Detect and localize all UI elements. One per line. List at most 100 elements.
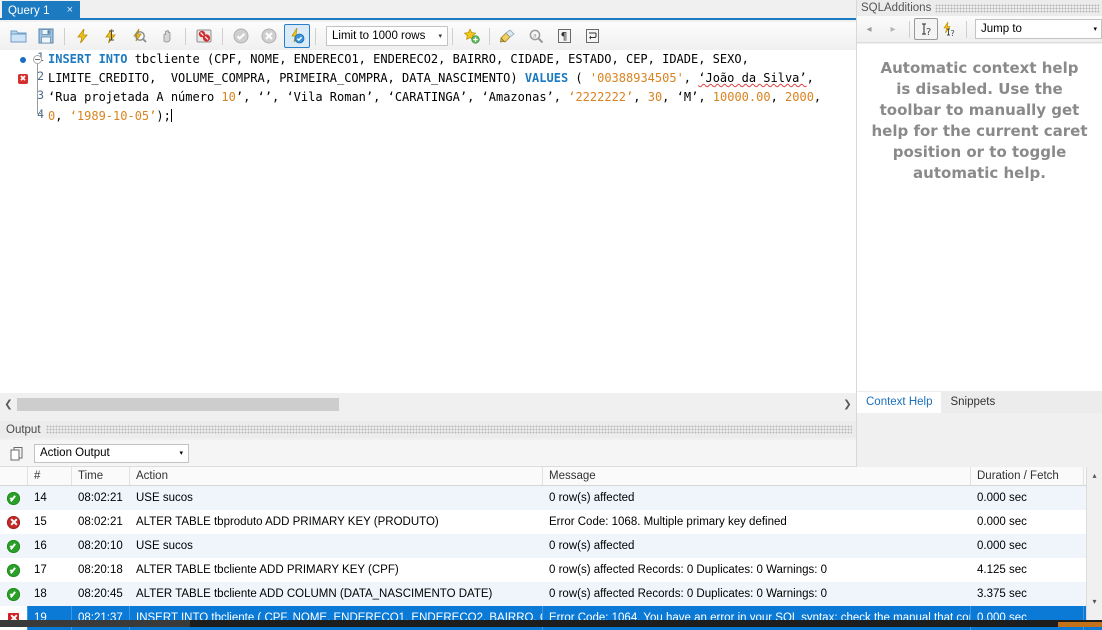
cell-action: USE sucos	[136, 540, 193, 552]
code-text: LIMITE_CREDITO, VOLUME_COMPRA, PRIMEIRA_…	[48, 71, 525, 85]
output-panel-icon[interactable]	[6, 446, 28, 461]
code-text: ,	[770, 90, 786, 104]
cell-number: 15	[34, 516, 47, 528]
column-header-action[interactable]: Action	[130, 467, 543, 485]
scroll-right-icon[interactable]: ❯	[839, 396, 856, 413]
context-help-icon[interactable]: ?	[914, 18, 938, 40]
scroll-left-icon[interactable]: ❮	[0, 396, 17, 413]
code-line-2: LIMITE_CREDITO, VOLUME_COMPRA, PRIMEIRA_…	[44, 69, 856, 88]
open-sql-script-icon[interactable]	[5, 24, 31, 48]
sql-string: ‘1989-10-05’	[69, 109, 157, 123]
new-snippet-icon[interactable]	[458, 24, 484, 48]
execute-statement-icon[interactable]	[70, 24, 96, 48]
rollback-icon[interactable]	[256, 24, 282, 48]
toggle-stop-on-error-icon[interactable]	[191, 24, 217, 48]
cell-duration: 0.000 sec	[977, 540, 1027, 552]
tab-query-1-label: Query 1	[8, 4, 50, 17]
table-row[interactable]: 14 08:02:21 USE sucos 0 row(s) affected …	[0, 486, 1102, 510]
chevron-down-icon: ▾	[438, 33, 442, 40]
fold-collapse-icon[interactable]	[33, 55, 42, 64]
text-caret	[170, 109, 172, 122]
output-type-select[interactable]: Action Output ▾	[34, 443, 189, 463]
editor-code-area[interactable]: INSERT INTO tbcliente (CPF, NOME, ENDERE…	[44, 50, 856, 393]
column-header-time[interactable]: Time	[72, 467, 130, 485]
automatic-context-help-icon[interactable]: ?	[938, 18, 962, 40]
tab-snippets[interactable]: Snippets	[941, 392, 1004, 413]
close-icon[interactable]: ×	[66, 5, 74, 16]
sql-code-editor[interactable]: 1 2 ✖ 3 4	[0, 50, 856, 393]
status-badge	[0, 534, 28, 558]
editor-horizontal-scrollbar[interactable]: ❮ ❯	[0, 396, 856, 413]
row-limit-select[interactable]: Limit to 1000 rows ▾	[326, 26, 448, 46]
find-icon[interactable]: a	[523, 24, 549, 48]
scroll-up-icon[interactable]: ▴	[1087, 467, 1102, 483]
toggle-invisible-chars-icon[interactable]: ¶	[551, 24, 577, 48]
jump-to-select[interactable]: Jump to ▾	[975, 19, 1102, 39]
column-header-status	[0, 467, 28, 485]
table-row[interactable]: 16 08:20:10 USE sucos 0 row(s) affected …	[0, 534, 1102, 558]
grip-dots	[935, 3, 1099, 13]
query-tab-strip: Query 1 ×	[0, 0, 856, 20]
taskbar-left	[0, 620, 190, 627]
forward-glyph: ▸	[890, 23, 896, 35]
success-icon	[7, 491, 20, 505]
fold-guide-line	[37, 64, 38, 114]
toggle-autocommit-icon[interactable]	[284, 24, 310, 48]
cell-message: 0 row(s) affected	[549, 492, 635, 504]
cell-number: 17	[34, 564, 47, 576]
code-text: );	[156, 109, 171, 123]
column-header-duration[interactable]: Duration / Fetch	[971, 467, 1084, 485]
row-limit-label: Limit to 1000 rows	[332, 30, 426, 42]
code-text: ,	[813, 90, 822, 104]
success-icon	[7, 539, 20, 553]
code-text: ,	[683, 71, 699, 85]
column-header-number[interactable]: #	[28, 467, 72, 485]
output-vertical-scrollbar[interactable]: ▴ ▾	[1086, 467, 1102, 627]
code-text: ,	[243, 90, 258, 104]
code-text: ,	[806, 71, 814, 85]
table-row[interactable]: 15 08:02:21 ALTER TABLE tbproduto ADD PR…	[0, 510, 1102, 534]
commit-icon[interactable]	[228, 24, 254, 48]
cell-action: ALTER TABLE tbcliente ADD PRIMARY KEY (C…	[136, 564, 399, 576]
svg-text:¶: ¶	[560, 30, 567, 43]
column-header-message[interactable]: Message	[543, 467, 971, 485]
cell-message: 0 row(s) affected Records: 0 Duplicates:…	[549, 588, 828, 600]
scrollbar-thumb[interactable]	[17, 398, 339, 411]
back-arrow-icon[interactable]: ◂	[857, 18, 881, 40]
editor-gutter: 1 2 ✖ 3 4	[0, 50, 44, 393]
beautify-query-icon[interactable]	[495, 24, 521, 48]
scroll-down-icon[interactable]: ▾	[1087, 593, 1102, 609]
sql-string: ‘’	[257, 90, 272, 104]
cell-time: 08:02:21	[78, 492, 123, 504]
table-row[interactable]: 18 08:20:45 ALTER TABLE tbcliente ADD CO…	[0, 582, 1102, 606]
code-text: ,	[271, 90, 287, 104]
table-row[interactable]: 17 08:20:18 ALTER TABLE tbcliente ADD PR…	[0, 558, 1102, 582]
forward-arrow-icon[interactable]: ▸	[881, 18, 905, 40]
context-help-message: Automatic context help is disabled. Use …	[871, 59, 1088, 182]
code-text: ,	[553, 90, 569, 104]
scrollbar-track[interactable]	[17, 396, 839, 413]
cell-message: 0 row(s) affected	[549, 540, 635, 552]
os-taskbar	[0, 620, 1102, 627]
cell-duration: 3.375 sec	[977, 588, 1027, 600]
grip-dots	[45, 425, 852, 434]
sidebar-tab-bar: Context Help Snippets	[857, 391, 1102, 413]
save-sql-script-icon[interactable]	[33, 24, 59, 48]
output-type-label: Action Output	[40, 447, 110, 459]
tab-context-help[interactable]: Context Help	[857, 392, 942, 413]
output-section-header: Output	[0, 421, 856, 438]
code-text: ,	[633, 90, 648, 104]
stop-execution-icon[interactable]	[154, 24, 180, 48]
output-toolbar: Action Output ▾	[0, 440, 856, 467]
code-line-4: 0, ‘1989-10-05’);	[44, 107, 856, 126]
code-text: ’	[235, 90, 244, 104]
code-line-1: INSERT INTO tbcliente (CPF, NOME, ENDERE…	[44, 50, 856, 69]
sidebar-filler	[857, 413, 1102, 467]
toggle-wrapping-icon[interactable]	[579, 24, 605, 48]
execute-current-statement-icon[interactable]	[98, 24, 124, 48]
jump-to-label: Jump to	[981, 23, 1022, 35]
explain-query-icon[interactable]	[126, 24, 152, 48]
cell-action: ALTER TABLE tbcliente ADD COLUMN (DATA_N…	[136, 588, 493, 600]
status-badge	[0, 582, 28, 606]
chevron-down-icon: ▾	[179, 450, 183, 457]
